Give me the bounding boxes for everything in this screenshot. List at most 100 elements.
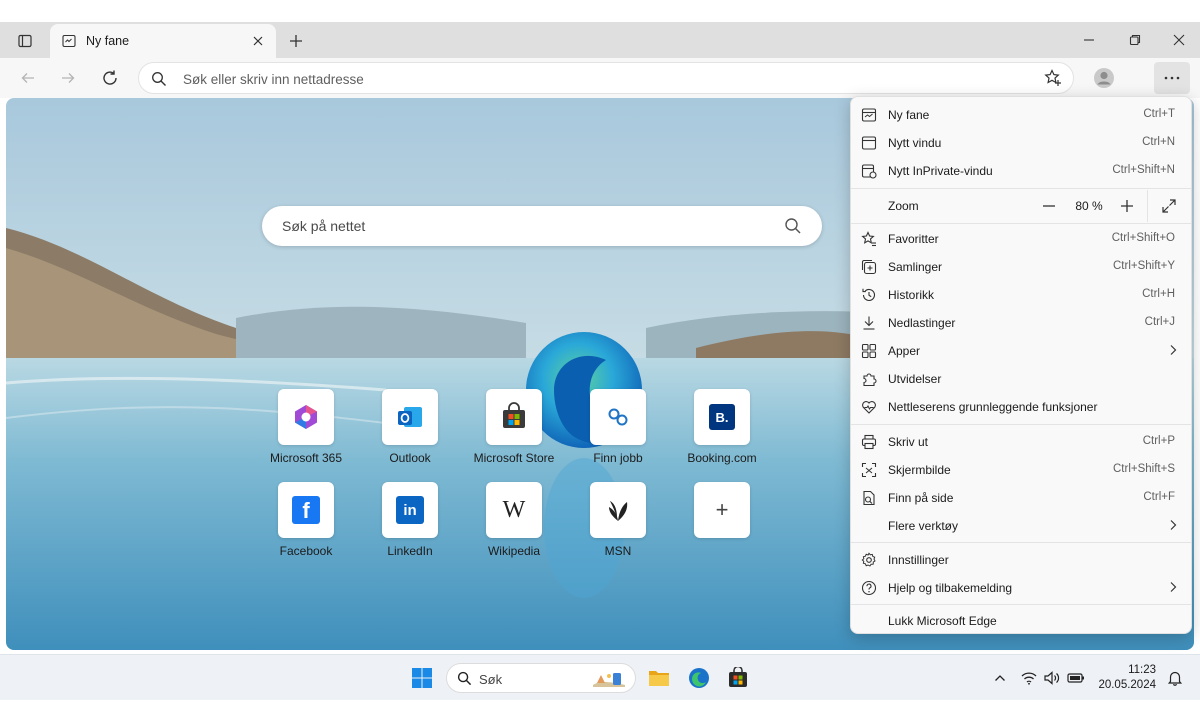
quick-link-facebook[interactable]: f Facebook — [254, 482, 358, 566]
gear-icon — [861, 552, 876, 567]
menu-item-history[interactable]: Historikk Ctrl+H — [851, 281, 1191, 309]
quick-link-outlook[interactable]: Outlook — [358, 389, 462, 473]
refresh-button[interactable] — [96, 64, 124, 92]
menu-item-extensions[interactable]: Utvidelser — [851, 365, 1191, 393]
quick-link-microsoft-store[interactable]: Microsoft Store — [462, 389, 566, 473]
restore-button[interactable] — [1112, 22, 1158, 58]
edge-taskbar-button[interactable] — [686, 665, 712, 691]
menu-item-collections[interactable]: Samlinger Ctrl+Shift+Y — [851, 253, 1191, 281]
more-icon — [1164, 76, 1180, 80]
menu-item-new-tab[interactable]: Ny fane Ctrl+T — [851, 101, 1191, 129]
quick-link-msn[interactable]: MSN — [566, 482, 670, 566]
clock-date: 20.05.2024 — [1098, 679, 1156, 691]
wifi-icon — [1021, 672, 1037, 685]
menu-item-label: Apper — [888, 344, 921, 358]
menu-divider — [851, 223, 1191, 224]
add-favorite-icon[interactable] — [1043, 68, 1063, 88]
new-tab-button[interactable] — [284, 29, 308, 53]
menu-divider — [851, 424, 1191, 425]
tab-actions-icon — [18, 34, 32, 48]
zoom-out-button[interactable] — [1036, 194, 1062, 218]
menu-item-settings[interactable]: Innstillinger — [851, 546, 1191, 574]
volume-button[interactable] — [1043, 669, 1061, 687]
clock-time: 11:23 — [1128, 664, 1156, 676]
quick-link-wikipedia[interactable]: W Wikipedia — [462, 482, 566, 566]
forward-button[interactable] — [54, 64, 82, 92]
zoom-in-button[interactable] — [1114, 194, 1140, 218]
close-window-button[interactable] — [1156, 22, 1200, 58]
menu-item-browser-essentials[interactable]: Nettleserens grunnleggende funksjoner — [851, 393, 1191, 421]
minimize-icon — [1084, 39, 1094, 41]
taskbar: 11:23 20.05.2024 — [0, 654, 1200, 700]
battery-button[interactable] — [1067, 669, 1085, 687]
menu-item-apps[interactable]: Apper — [851, 337, 1191, 365]
collections-icon — [861, 259, 877, 275]
taskbar-search-input[interactable] — [479, 670, 579, 688]
menu-item-label: Flere verktøy — [888, 519, 959, 533]
menu-item-label: Nedlastinger — [888, 316, 956, 330]
web-search-input[interactable] — [282, 216, 762, 236]
menu-item-help-and-feedback[interactable]: Hjelp og tilbakemelding — [851, 574, 1191, 602]
start-button[interactable] — [409, 665, 435, 691]
history-icon — [862, 288, 876, 301]
menu-item-label: Nytt vindu — [888, 136, 942, 150]
tile-label: MSN — [604, 544, 632, 558]
tab-strip: Ny fane — [0, 22, 1200, 58]
inprivate-icon — [861, 164, 877, 179]
tab-close-button[interactable] — [248, 31, 268, 51]
taskbar-search[interactable] — [446, 663, 636, 693]
profile-button[interactable] — [1090, 64, 1118, 92]
quick-link-booking[interactable]: B. Booking.com — [670, 389, 774, 473]
facebook-glyph: f — [292, 496, 320, 524]
menu-item-inprivate[interactable]: Nytt InPrivate-vindu Ctrl+Shift+N — [851, 157, 1191, 185]
zoom-divider — [1147, 190, 1148, 222]
notifications-button[interactable] — [1166, 669, 1184, 687]
menu-item-favorites[interactable]: Favoritter Ctrl+Shift+O — [851, 225, 1191, 253]
store-taskbar-button[interactable] — [725, 665, 751, 691]
settings-and-more-button[interactable] — [1154, 62, 1190, 94]
new-tab-icon — [861, 108, 877, 122]
add-glyph: + — [715, 497, 729, 522]
quick-link-microsoft-365[interactable]: Microsoft 365 — [254, 389, 358, 473]
clock[interactable]: 11:23 20.05.2024 — [1094, 663, 1156, 693]
back-button[interactable] — [14, 64, 42, 92]
menu-item-label: Historikk — [888, 288, 935, 302]
web-search-box[interactable] — [262, 206, 822, 246]
show-hidden-icons-button[interactable] — [991, 669, 1009, 687]
link-icon — [590, 389, 646, 445]
address-input[interactable] — [183, 69, 983, 89]
zoom-level: 80 % — [1075, 199, 1103, 213]
menu-divider — [851, 542, 1191, 543]
tab-actions-button[interactable] — [10, 28, 40, 54]
menu-item-print[interactable]: Skriv ut Ctrl+P — [851, 428, 1191, 456]
tab-new-tab[interactable]: Ny fane — [50, 24, 276, 58]
menu-item-new-window[interactable]: Nytt vindu Ctrl+N — [851, 129, 1191, 157]
menu-item-shortcut: Ctrl+H — [1142, 288, 1175, 300]
toolbar — [0, 58, 1200, 98]
new-tab-favicon-icon — [62, 34, 76, 48]
menu-item-downloads[interactable]: Nedlastinger Ctrl+J — [851, 309, 1191, 337]
menu-item-shortcut: Ctrl+Shift+O — [1111, 232, 1175, 244]
minimize-button[interactable] — [1066, 22, 1112, 58]
menu-item-find-on-page[interactable]: Finn på side Ctrl+F — [851, 484, 1191, 512]
booking-icon: B. — [694, 389, 750, 445]
file-explorer-button[interactable] — [646, 665, 672, 691]
chevron-right-icon — [1170, 520, 1177, 530]
outlook-icon — [382, 389, 438, 445]
tab-title: Ny fane — [86, 34, 130, 48]
menu-item-label: Hjelp og tilbakemelding — [888, 581, 1013, 595]
menu-item-more-tools[interactable]: Flere verktøy — [851, 512, 1191, 540]
store-icon — [486, 389, 542, 445]
network-button[interactable] — [1020, 669, 1038, 687]
msn-icon — [590, 482, 646, 538]
wikipedia-icon: W — [486, 482, 542, 538]
quick-link-linkedin[interactable]: in LinkedIn — [358, 482, 462, 566]
add-quick-link-button[interactable]: + — [670, 482, 774, 566]
quick-link-finn-jobb[interactable]: Finn jobb — [566, 389, 670, 473]
full-screen-button[interactable] — [1156, 194, 1182, 218]
menu-item-close-edge[interactable]: Lukk Microsoft Edge — [851, 607, 1191, 635]
address-bar[interactable] — [138, 62, 1074, 94]
search-icon[interactable] — [784, 217, 802, 235]
menu-item-screenshot[interactable]: Skjermbilde Ctrl+Shift+S — [851, 456, 1191, 484]
minus-icon — [1043, 205, 1055, 207]
